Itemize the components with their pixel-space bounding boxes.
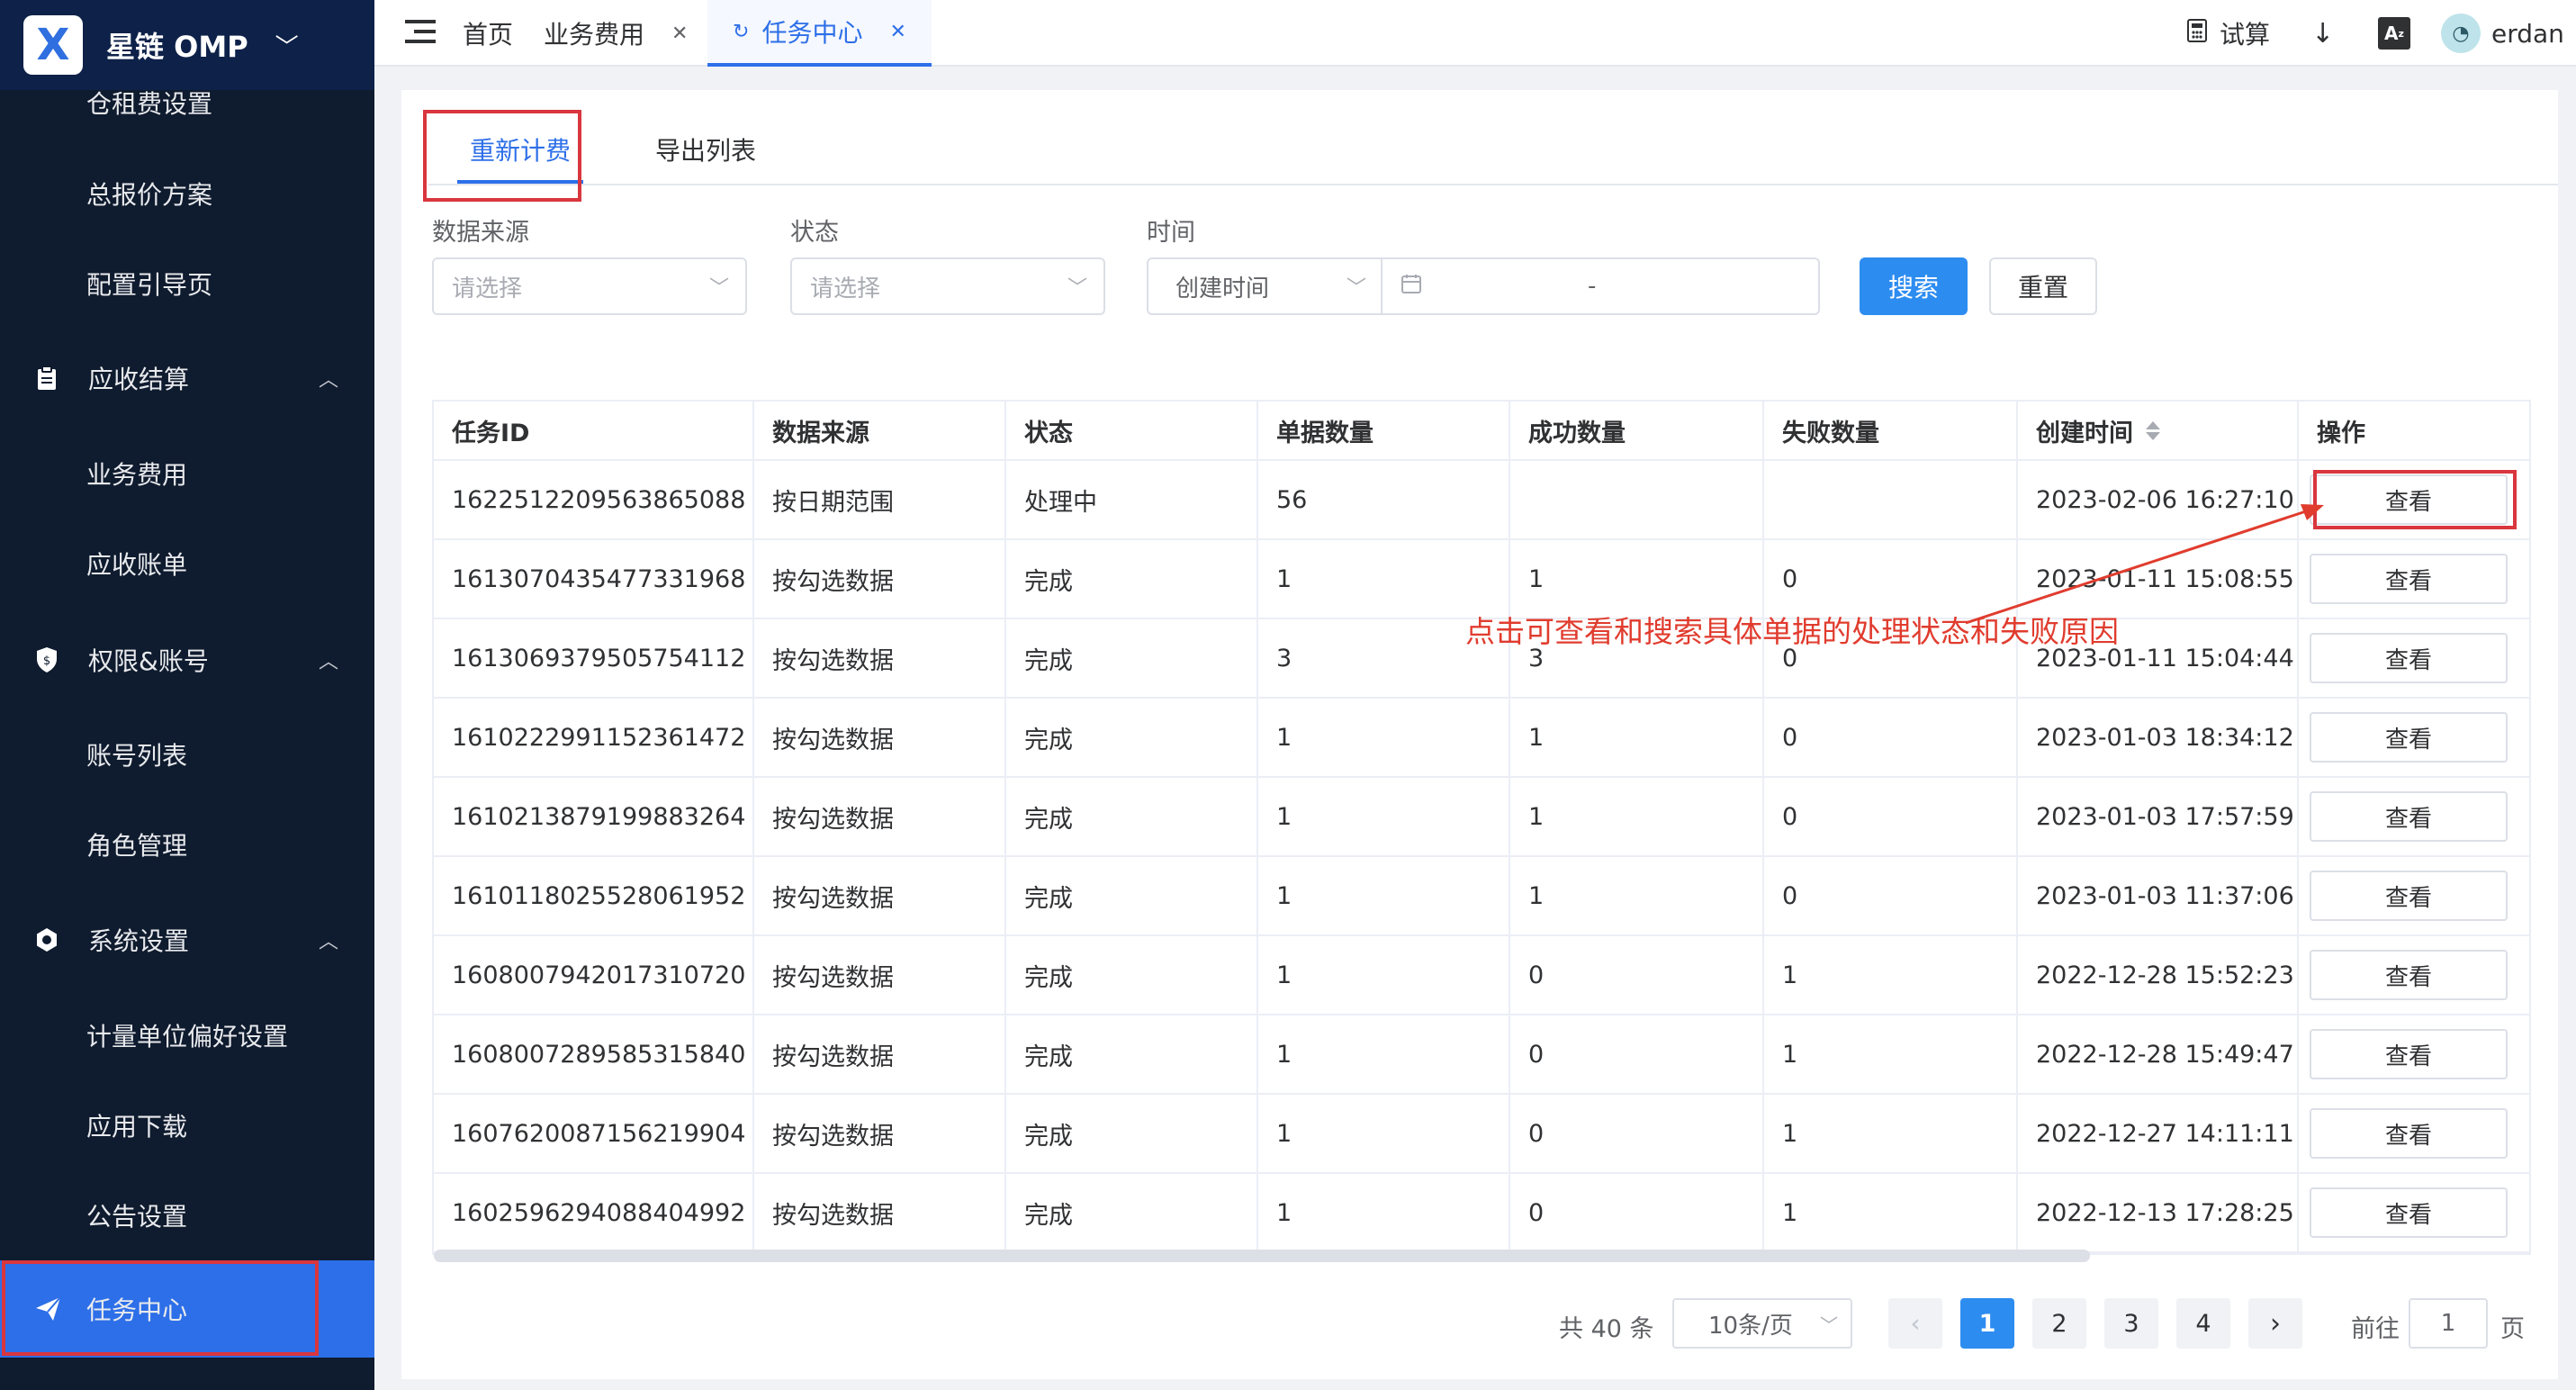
goto-prefix: 前往: [2351, 1315, 2400, 1343]
page-size-select[interactable]: 10条/页 ﹀: [1672, 1298, 1852, 1349]
next-page-button[interactable]: ›: [2248, 1298, 2302, 1349]
page-3-button[interactable]: 3: [2104, 1298, 2158, 1349]
pagination-total: 共 40 条: [1559, 1315, 1654, 1343]
goto-suffix: 页: [2500, 1315, 2525, 1343]
annotation-arrow: [1965, 504, 2324, 625]
goto-page-input[interactable]: 1: [2409, 1298, 2488, 1349]
prev-page-button[interactable]: ‹: [1888, 1298, 1942, 1349]
annotation-text: 点击可查看和搜索具体单据的处理状态和失败原因: [1465, 614, 2119, 649]
page-size-value: 10条/页: [1708, 1312, 1793, 1340]
page-1-button[interactable]: 1: [1960, 1298, 2014, 1349]
page-2-button[interactable]: 2: [2032, 1298, 2086, 1349]
chevron-down-icon: ﹀: [1820, 1313, 1838, 1336]
page-4-button[interactable]: 4: [2176, 1298, 2230, 1349]
